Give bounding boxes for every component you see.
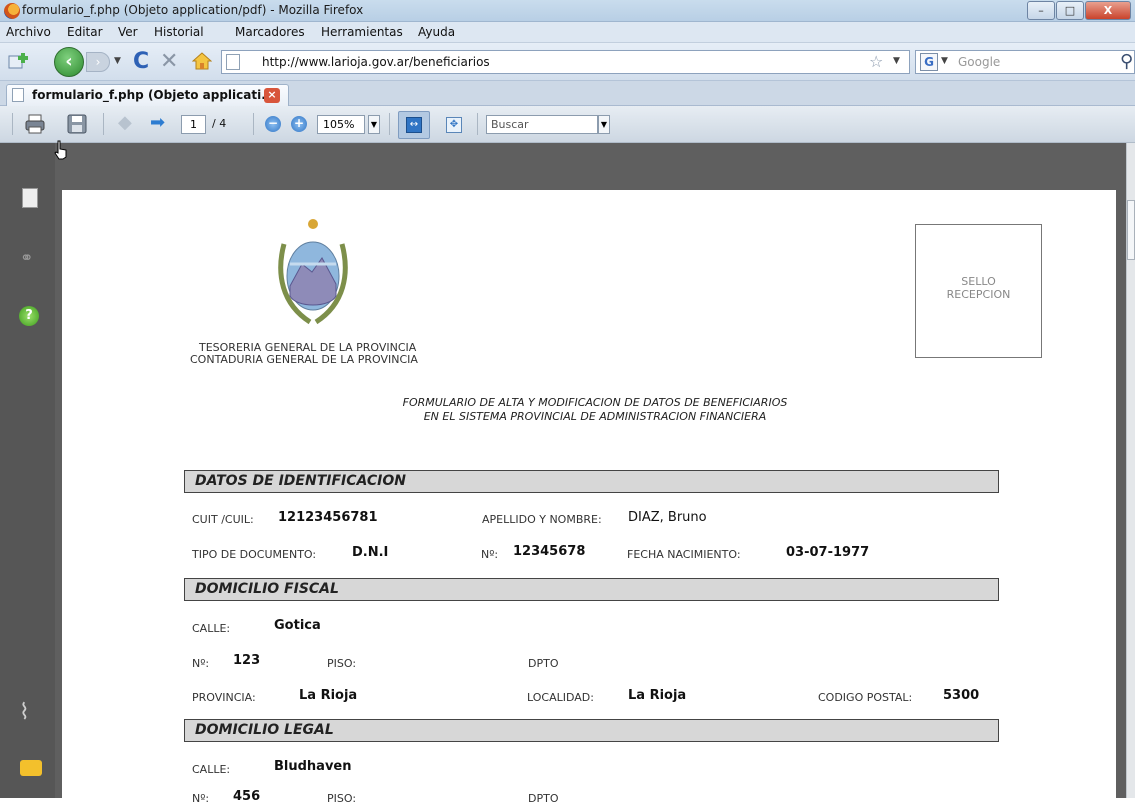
name-label: APELLIDO Y NOMBRE:	[482, 513, 602, 526]
section-legal-address-header: DOMICILIO LEGAL	[184, 719, 999, 742]
fiscal-apt-label: DPTO	[528, 657, 559, 670]
menu-archivo[interactable]: Archivo	[6, 25, 51, 39]
close-window-button[interactable]: X	[1085, 1, 1131, 20]
stamp-line2: RECEPCION	[946, 288, 1011, 301]
legal-number-value: 456	[233, 789, 261, 804]
toolbar-separator	[477, 113, 478, 135]
window-title: formulario_f.php (Objeto application/pdf…	[22, 3, 364, 17]
postal-code-label: CODIGO POSTAL:	[818, 691, 913, 704]
page-total: / 4	[212, 117, 227, 130]
doc-type-label: TIPO DE DOCUMENTO:	[192, 548, 317, 561]
form-title-line1: FORMULARIO DE ALTA Y MODIFICACION DE DAT…	[402, 396, 788, 409]
form-title-line2: EN EL SISTEMA PROVINCIAL DE ADMINISTRACI…	[423, 410, 767, 423]
menu-marcadores[interactable]: Marcadores	[235, 25, 305, 39]
menu-herramientas[interactable]: Herramientas	[321, 25, 403, 39]
search-bar[interactable]	[915, 50, 1135, 74]
org-name-line2: CONTADURIA GENERAL DE LA PROVINCIA	[190, 353, 418, 366]
search-icon[interactable]: ⚲	[1120, 51, 1133, 72]
next-page-icon[interactable]: ➡	[150, 112, 165, 133]
fiscal-floor-label: PISO:	[327, 657, 357, 670]
locality-value: La Rioja	[628, 688, 687, 703]
fit-page-icon[interactable]: ✥	[446, 117, 462, 133]
maximize-button[interactable]: □	[1056, 1, 1084, 20]
firefox-icon	[4, 3, 20, 19]
fit-width-icon[interactable]: ↔	[406, 117, 422, 133]
legal-number-label: Nº:	[192, 792, 210, 805]
tab-page-icon	[12, 88, 24, 102]
menu-editar[interactable]: Editar	[67, 25, 103, 39]
province-crest-logo	[278, 219, 348, 325]
menu-historial[interactable]: Historial	[154, 25, 204, 39]
search-input[interactable]: Google	[958, 55, 1000, 69]
province-value: La Rioja	[299, 688, 358, 703]
toolbar-separator	[389, 113, 390, 135]
search-engine-dropdown-icon[interactable]: ▼	[941, 56, 948, 66]
minimize-button[interactable]: –	[1027, 1, 1055, 20]
hand-cursor-icon	[54, 140, 67, 160]
birth-date-value: 03-07-1977	[786, 545, 870, 560]
toolbar-separator	[103, 113, 104, 135]
history-dropdown-icon[interactable]: ▼	[114, 56, 121, 66]
locality-label: LOCALIDAD:	[527, 691, 594, 704]
pages-icon[interactable]	[22, 188, 38, 208]
fiscal-number-label: Nº:	[192, 657, 210, 670]
birth-date-label: FECHA NACIMIENTO:	[627, 548, 741, 561]
scrollbar-thumb[interactable]	[1127, 200, 1135, 260]
page-number-input[interactable]: 1	[181, 115, 206, 134]
cuit-value: 12123456781	[278, 510, 378, 525]
legal-street-value: Bludhaven	[274, 759, 352, 774]
fiscal-number-value: 123	[233, 653, 261, 668]
postal-code-value: 5300	[943, 688, 980, 703]
menu-ver[interactable]: Ver	[118, 25, 138, 39]
reception-stamp-label: SELLO RECEPCION	[915, 275, 1042, 301]
toolbar-separator	[12, 113, 13, 135]
doc-number-value: 12345678	[513, 544, 586, 559]
back-button[interactable]: ‹	[54, 47, 84, 77]
attachment-icon[interactable]: ⌇	[19, 700, 30, 725]
menu-ayuda[interactable]: Ayuda	[418, 25, 455, 39]
print-icon[interactable]	[24, 113, 46, 135]
find-dropdown-icon[interactable]: ▼	[598, 115, 610, 134]
forward-button[interactable]: ›	[86, 52, 110, 72]
url-text[interactable]: http://www.larioja.gov.ar/beneficiarios	[262, 55, 490, 69]
province-label: PROVINCIA:	[192, 691, 256, 704]
page-icon	[226, 54, 240, 70]
bookmark-star-icon[interactable]: ☆	[869, 52, 883, 71]
url-dropdown-icon[interactable]: ▼	[893, 56, 900, 66]
new-tab-icon[interactable]	[8, 52, 28, 70]
legal-floor-label: PISO:	[327, 792, 357, 805]
comments-icon[interactable]	[20, 760, 42, 776]
binoculars-icon[interactable]: ⚭	[20, 248, 33, 267]
zoom-out-icon[interactable]: −	[265, 116, 281, 132]
previous-page-icon[interactable]: ◆	[118, 112, 132, 133]
stamp-line1: SELLO	[961, 275, 996, 288]
stop-icon[interactable]: ✕	[160, 49, 178, 74]
section-identification-header: DATOS DE IDENTIFICACION	[184, 470, 999, 493]
legal-apt-label: DPTO	[528, 792, 559, 805]
fiscal-street-value: Gotica	[274, 618, 321, 633]
reload-icon[interactable]: C	[133, 49, 149, 74]
save-icon[interactable]	[66, 113, 88, 135]
tab-label[interactable]: formulario_f.php (Objeto applicati...	[32, 88, 275, 102]
zoom-level-input[interactable]: 105%	[317, 115, 365, 134]
tab-close-icon[interactable]: ×	[264, 88, 280, 103]
legal-street-label: CALLE:	[192, 763, 231, 776]
zoom-in-icon[interactable]: +	[291, 116, 307, 132]
find-input[interactable]: Buscar	[486, 115, 598, 134]
name-value: DIAZ, Bruno	[628, 510, 707, 525]
toolbar-separator	[253, 113, 254, 135]
cuit-label: CUIT /CUIL:	[192, 513, 254, 526]
section-fiscal-address-header: DOMICILIO FISCAL	[184, 578, 999, 601]
home-icon[interactable]	[192, 52, 212, 70]
doc-number-label: Nº:	[481, 548, 499, 561]
doc-type-value: D.N.I	[352, 545, 389, 560]
fiscal-street-label: CALLE:	[192, 622, 231, 635]
help-icon[interactable]: ?	[19, 306, 39, 326]
google-icon[interactable]: G	[920, 53, 938, 71]
zoom-dropdown-icon[interactable]: ▼	[368, 115, 380, 134]
